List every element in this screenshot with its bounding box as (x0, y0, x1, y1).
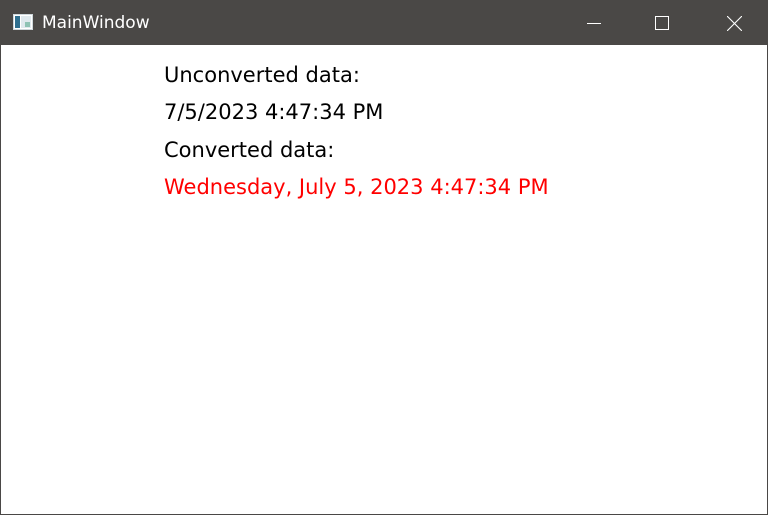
main-window: MainWindow Unconverted data: 7/5/2023 4:… (0, 0, 768, 515)
converted-data-value: Wednesday, July 5, 2023 4:47:34 PM (164, 175, 549, 199)
app-window-icon[interactable] (13, 14, 33, 30)
unconverted-data-label: Unconverted data: (164, 63, 360, 87)
window-title: MainWindow (42, 13, 150, 33)
close-icon (726, 15, 742, 31)
unconverted-data-value: 7/5/2023 4:47:34 PM (164, 100, 384, 124)
minimize-icon (587, 16, 601, 30)
maximize-button[interactable] (639, 1, 685, 45)
title-bar[interactable]: MainWindow (1, 1, 767, 45)
converted-data-label: Converted data: (164, 138, 335, 162)
window-content: Unconverted data: 7/5/2023 4:47:34 PM Co… (1, 45, 767, 514)
close-button[interactable] (711, 1, 757, 45)
minimize-button[interactable] (571, 1, 617, 45)
maximize-icon (655, 16, 669, 30)
